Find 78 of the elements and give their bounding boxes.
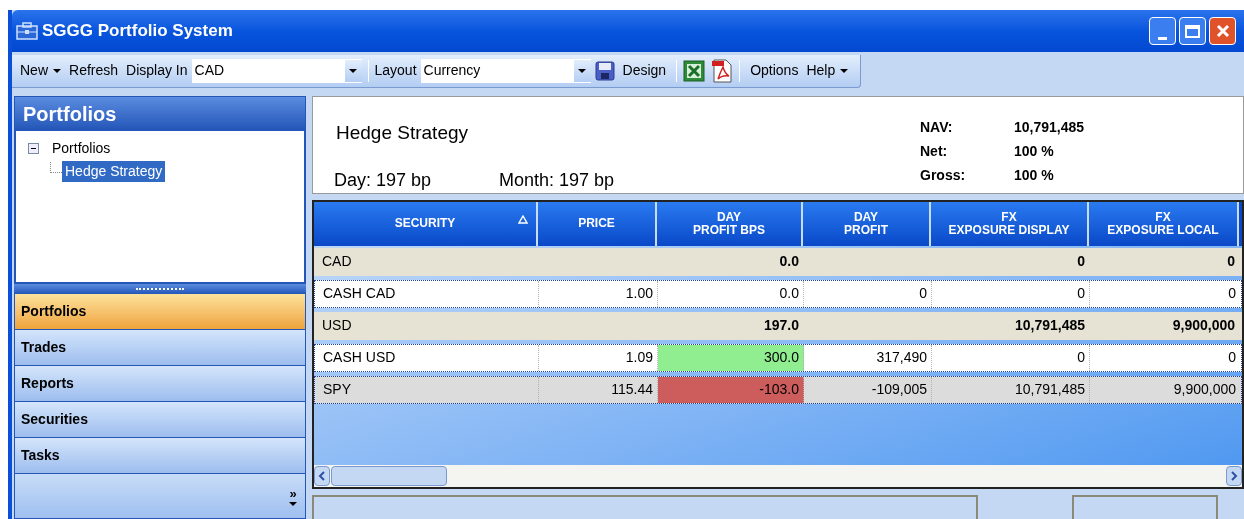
- table-cell-text: -109,005: [871, 380, 927, 400]
- help-button[interactable]: Help: [802, 60, 853, 81]
- table-cell-text: 0: [1077, 348, 1085, 368]
- stat-value: 10,791,485: [1014, 118, 1085, 137]
- month-return: Month: 197 bp: [499, 169, 615, 192]
- new-button[interactable]: New: [16, 60, 65, 81]
- table-row[interactable]: CASH CAD 1.00 0.0 0 0 0: [314, 279, 1242, 308]
- table-cell-text: 0: [1228, 348, 1236, 368]
- sort-icon: [518, 214, 528, 224]
- column-header[interactable]: FX EXPOSURE LOCAL: [1089, 201, 1239, 246]
- stat-label: Gross:: [920, 166, 967, 185]
- dropdown[interactable]: Currency: [420, 58, 591, 83]
- column-header[interactable]: DAY PROFIT: [803, 201, 931, 246]
- table-cell: -103.0: [658, 376, 804, 403]
- table-cell-text: 0: [1228, 284, 1236, 304]
- scroll-thumb[interactable]: [331, 466, 447, 486]
- table-cell-text: 1.00: [625, 284, 653, 304]
- spreadsheet-icon[interactable]: [683, 59, 706, 82]
- portfolio-name: Hedge Strategy: [336, 121, 469, 145]
- scroll-left-icon[interactable]: [314, 466, 330, 486]
- minimize-button[interactable]: [1149, 17, 1176, 45]
- field-label: Layout: [374, 61, 418, 80]
- table-cell-text: 115.44: [611, 380, 653, 400]
- save-icon[interactable]: [594, 60, 615, 81]
- table-cell-text: 197.0: [763, 316, 799, 336]
- table-cell-text: 0.0: [779, 284, 799, 304]
- tree-item[interactable]: Hedge Strategy: [62, 161, 166, 182]
- options-button[interactable]: Options: [746, 60, 803, 81]
- table-cell-text: CASH CAD: [323, 284, 396, 304]
- table-cell-text: 0: [1077, 252, 1085, 272]
- table-row[interactable]: SPY 115.44 -103.0 -109,005 10,791,485 9,900,000: [314, 375, 1242, 404]
- design-button[interactable]: Design: [618, 60, 671, 81]
- close-icon: [1215, 24, 1230, 38]
- window-title: SGGG Portfolio System: [42, 20, 233, 43]
- group-label: CAD: [322, 252, 352, 272]
- column-header[interactable]: PRICE: [538, 201, 657, 246]
- table-cell-text: 0.0: [779, 252, 799, 272]
- nav-item[interactable]: Tasks: [14, 438, 306, 474]
- group-label: USD: [322, 316, 352, 336]
- refresh-button[interactable]: Refresh: [65, 60, 123, 81]
- close-button[interactable]: [1209, 17, 1236, 45]
- nav-item[interactable]: Portfolios: [14, 294, 306, 330]
- scroll-right-icon[interactable]: [1226, 466, 1242, 486]
- column-header[interactable]: SECURITY: [314, 201, 538, 246]
- collapse-icon[interactable]: [28, 143, 39, 154]
- table-cell: 300.0: [658, 344, 804, 371]
- nav-item[interactable]: Securities: [14, 402, 306, 438]
- more-button[interactable]: »: [289, 486, 297, 506]
- table-cell-text: CASH USD: [323, 348, 396, 368]
- stat-value: 100 %: [1014, 142, 1055, 161]
- stat-label: Net:: [920, 142, 949, 161]
- panel-header: Portfolios: [14, 96, 306, 131]
- table-cell-text: 0: [1077, 284, 1085, 304]
- splitter-grip[interactable]: [14, 284, 306, 294]
- document-icon[interactable]: [711, 58, 734, 83]
- table-cell-text: 0: [1227, 252, 1235, 272]
- table-cell-text: 1.09: [625, 348, 653, 368]
- stat-label: NAV:: [920, 118, 954, 137]
- column-header[interactable]: FX EXPOSURE DISPLAY: [931, 201, 1089, 246]
- table-cell-text: 0: [919, 284, 927, 304]
- field-label: Display In: [125, 61, 189, 80]
- table-cell-text: 9,900,000: [1172, 316, 1235, 336]
- table-cell-text: 10,791,485: [1014, 316, 1085, 336]
- maximize-button[interactable]: [1179, 17, 1206, 45]
- day-return: Day: 197 bp: [334, 169, 432, 192]
- tree-item[interactable]: Portfolios: [49, 138, 114, 159]
- table-cell-text: 9,900,000: [1173, 380, 1236, 400]
- briefcase-icon: [16, 22, 38, 40]
- stat-value: 100 %: [1014, 166, 1055, 185]
- nav-item[interactable]: Reports: [14, 366, 306, 402]
- table-row[interactable]: CASH USD 1.09 300.0 317,490 0 0: [314, 343, 1242, 372]
- nav-item[interactable]: Trades: [14, 330, 306, 366]
- horizontal-scrollbar[interactable]: [314, 465, 1242, 487]
- table-cell-text: SPY: [323, 380, 351, 400]
- table-cell-text: 10,791,485: [1014, 380, 1085, 400]
- table-cell-text: 317,490: [876, 348, 927, 368]
- dropdown[interactable]: CAD: [191, 58, 362, 83]
- column-header[interactable]: DAY PROFIT BPS: [657, 201, 803, 246]
